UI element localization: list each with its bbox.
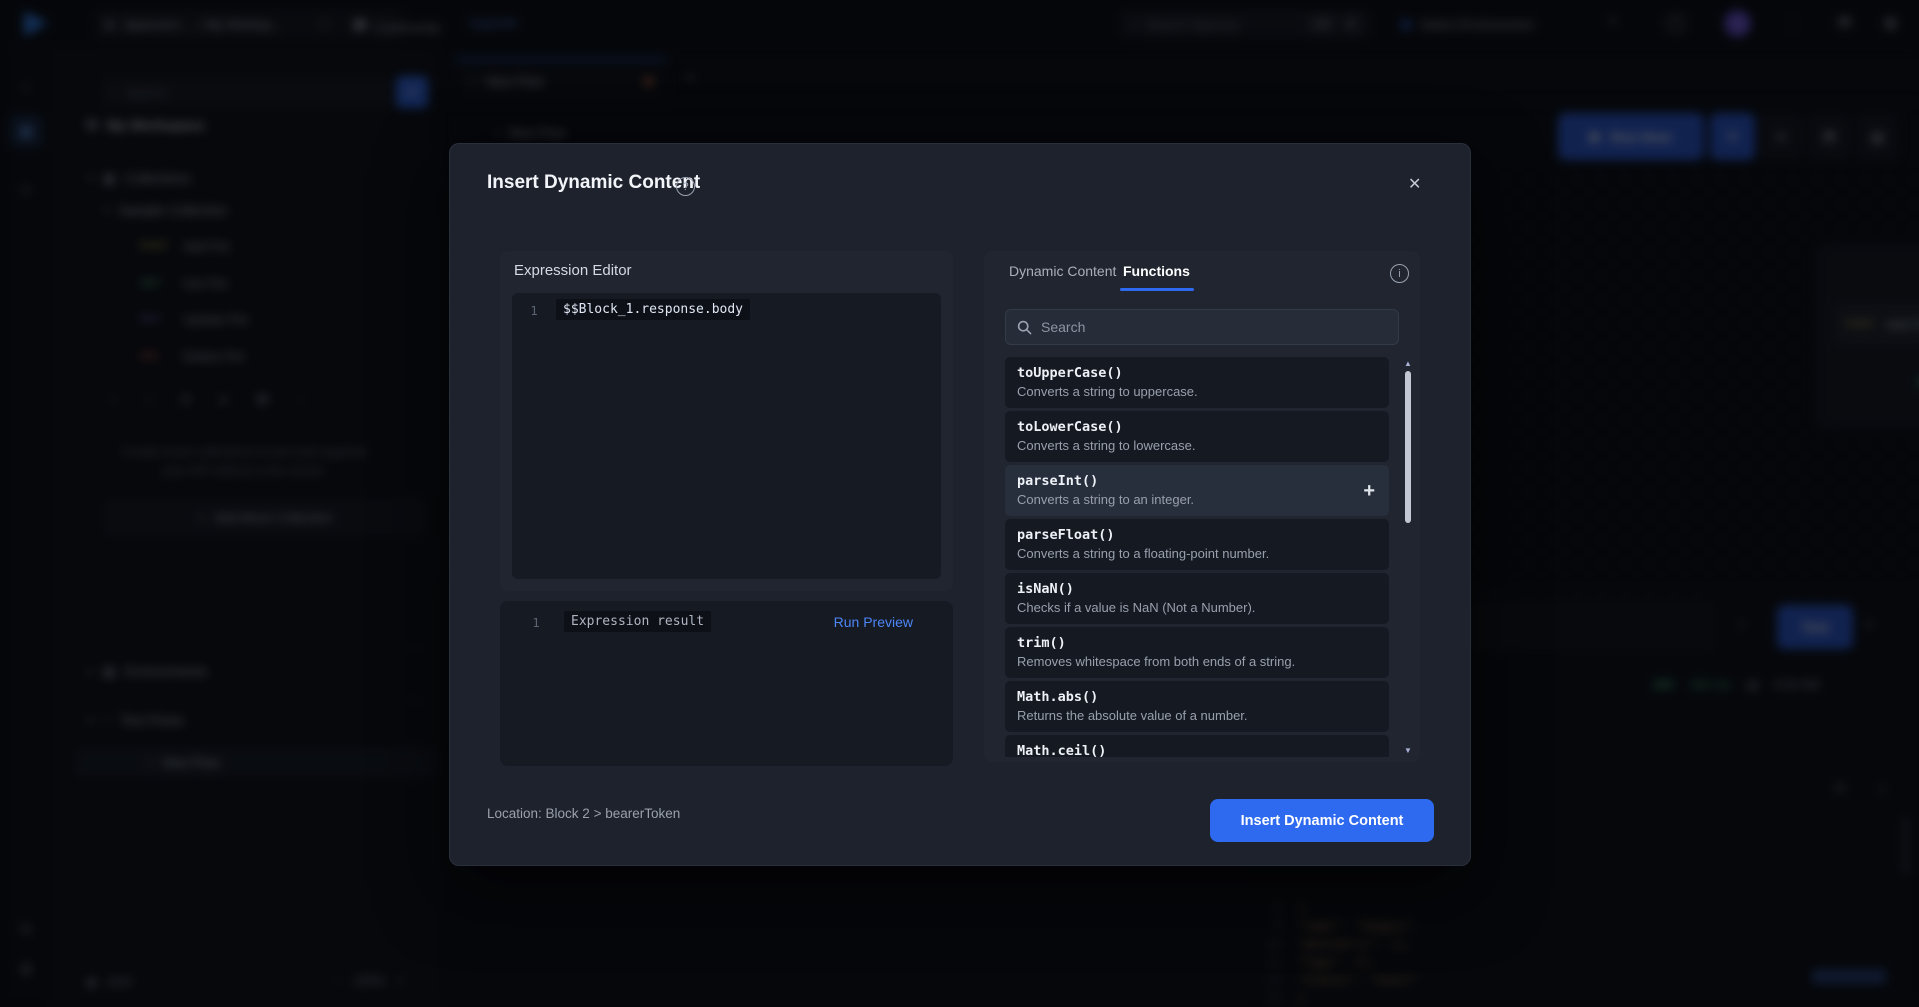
insert-dynamic-content-modal: Insert Dynamic Content ? ✕ Expression Ed… <box>449 143 1471 866</box>
function-item[interactable]: Math.abs() Returns the absolute value of… <box>1005 681 1389 732</box>
expression-code[interactable]: $$Block_1.response.body <box>556 299 750 320</box>
function-item[interactable]: toUpperCase() Converts a string to upper… <box>1005 357 1389 408</box>
function-item[interactable]: parseFloat() Converts a string to a floa… <box>1005 519 1389 570</box>
location-label: Location: Block 2 > bearerToken <box>487 806 680 821</box>
scroll-up-icon[interactable]: ▲ <box>1403 359 1413 368</box>
line-number: 1 <box>500 615 572 630</box>
line-number: 1 <box>512 303 556 318</box>
content-picker-panel: Dynamic Content Functions i toUpperCase(… <box>984 251 1420 762</box>
function-item-hovered[interactable]: parseInt() Converts a string to an integ… <box>1005 465 1389 516</box>
tab-functions[interactable]: Functions <box>1123 263 1190 279</box>
insert-dynamic-content-button[interactable]: Insert Dynamic Content <box>1210 799 1434 842</box>
tab-dynamic-content[interactable]: Dynamic Content <box>1009 263 1116 279</box>
run-preview-link[interactable]: Run Preview <box>834 614 913 630</box>
scroll-down-icon[interactable]: ▼ <box>1403 746 1413 755</box>
function-list: toUpperCase() Converts a string to upper… <box>1005 357 1389 757</box>
scrollbar-thumb[interactable] <box>1405 371 1411 523</box>
search-icon <box>1017 320 1032 335</box>
active-tab-underline <box>1120 288 1194 291</box>
app-window: ⊞ Sparrow's ... / My Worksp... ☆ 🗩 Commu… <box>0 0 1919 1007</box>
function-item[interactable]: Math.ceil() <box>1005 735 1389 757</box>
result-placeholder: Expression result <box>564 611 711 632</box>
function-item[interactable]: isNaN() Checks if a value is NaN (Not a … <box>1005 573 1389 624</box>
modal-title: Insert Dynamic Content <box>487 172 700 194</box>
function-list-scrollbar[interactable]: ▲ ▼ <box>1403 359 1413 755</box>
expression-code-area[interactable]: 1 $$Block_1.response.body <box>512 293 941 579</box>
function-search-input[interactable] <box>1041 319 1371 335</box>
expression-editor-label: Expression Editor <box>514 262 632 279</box>
function-search[interactable] <box>1005 309 1399 345</box>
expression-editor-panel: Expression Editor 1 $$Block_1.response.b… <box>500 251 953 591</box>
help-icon[interactable]: ? <box>676 177 695 196</box>
add-function-icon[interactable]: + <box>1363 480 1375 503</box>
function-item[interactable]: trim() Removes whitespace from both ends… <box>1005 627 1389 678</box>
expression-result-panel: 1 Expression result Run Preview <box>500 601 953 766</box>
close-icon[interactable]: ✕ <box>1408 174 1421 194</box>
function-item[interactable]: toLowerCase() Converts a string to lower… <box>1005 411 1389 462</box>
info-icon[interactable]: i <box>1390 264 1409 283</box>
